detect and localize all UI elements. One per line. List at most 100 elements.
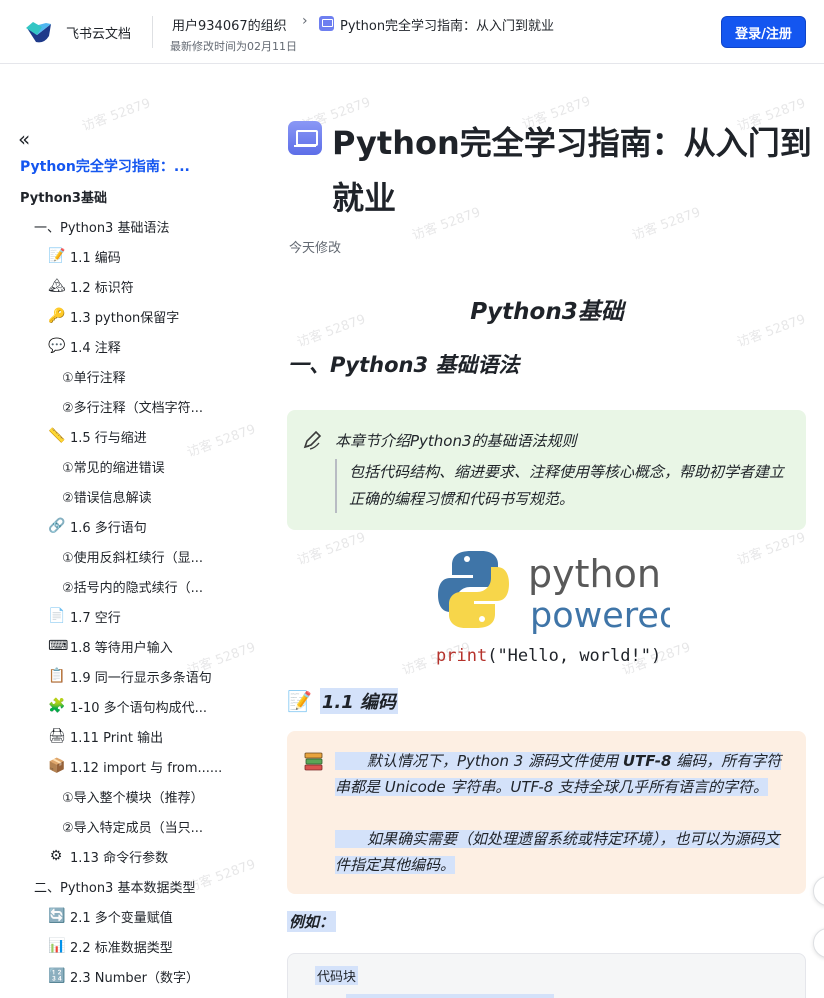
watermark-text: 访客 52879 <box>80 96 153 135</box>
outline-item-label: ①使用反斜杠续行（显... <box>62 550 204 566</box>
logo-word-python: python <box>528 552 661 596</box>
outline-item[interactable]: ⚙ 1.13 命令行参数 <box>48 844 168 868</box>
outline-item-icon: 🔗 <box>48 518 66 534</box>
outline-item-label: ②错误信息解读 <box>62 490 152 506</box>
outline-item[interactable]: ①单行注释 <box>62 364 126 388</box>
outline-item[interactable]: ②括号内的隐式续行（... <box>62 574 203 598</box>
breadcrumb-doc[interactable]: Python完全学习指南：从入门到就业 <box>340 15 554 34</box>
heading-1[interactable]: 一、Python3 基础语法 <box>288 349 519 379</box>
outline-item-label: 1.7 空行 <box>70 610 121 626</box>
example-label[interactable]: 例如： <box>287 911 337 932</box>
outline-item-label: ①单行注释 <box>62 370 126 386</box>
top-bar: 飞书云文档 用户934067的组织 › Python完全学习指南：从入门到就业 … <box>0 0 824 64</box>
code-block[interactable]: 代码块 <box>287 953 806 998</box>
callout-quote: 包括代码结构、缩进要求、注释使用等核心概念，帮助初学者建立正确的编程习惯和代码书… <box>335 459 795 513</box>
outline-item[interactable]: 📦 1.12 import 与 from...... <box>48 754 222 778</box>
para-2-text: 如果确实需要（如处理遗留系统或特定环境），也可以为源码文件指定其他编码。 <box>335 830 780 874</box>
para-1-utf8: UTF-8 <box>622 752 672 770</box>
outline-item[interactable]: ②导入特定成员（当只... <box>62 814 203 838</box>
outline-item-label: 一、Python3 基础语法 <box>34 220 170 236</box>
outline-item[interactable]: ②错误信息解读 <box>62 484 152 508</box>
logo-code-paren: ( <box>487 646 497 666</box>
logo-code-fn: print <box>436 646 487 666</box>
outline-item-label: Python3基础 <box>20 190 107 206</box>
outline-item-icon: 🖨 <box>48 728 66 744</box>
brand-name[interactable]: 飞书云文档 <box>66 23 131 42</box>
outline-item-label: ②括号内的隐式续行（... <box>62 580 204 596</box>
login-button[interactable]: 登录/注册 <box>721 16 806 48</box>
outline-item-icon: 🧩 <box>48 698 66 714</box>
outline-item[interactable]: 🔄 2.1 多个变量赋值 <box>48 904 173 928</box>
last-modified-text: 最新修改时间为02月11日 <box>170 40 297 53</box>
heading-2[interactable]: 📝 1.1 编码 <box>287 688 399 714</box>
outline-item[interactable]: Python3基础 <box>20 184 107 208</box>
outline-item[interactable]: 一、Python3 基础语法 <box>34 214 169 238</box>
outline-item[interactable]: 🏔 1.2 标识符 <box>48 274 134 298</box>
outline-item[interactable]: ①导入整个模块（推荐） <box>62 784 204 808</box>
outline-item[interactable]: 二、Python3 基本数据类型 <box>34 874 195 898</box>
outline-item[interactable]: ②多行注释（文档字符... <box>62 394 203 418</box>
outline-item-label: 2.1 多个变量赋值 <box>70 910 173 926</box>
outline-item[interactable]: ①常见的缩进错误 <box>62 454 165 478</box>
outline-item[interactable]: 📋 1.9 同一行显示多条语句 <box>48 664 212 688</box>
doc-icon <box>319 16 334 31</box>
outline-item-label: 1-10 多个语句构成代... <box>70 700 208 716</box>
outline-item[interactable]: ⌨ 1.8 等待用户输入 <box>48 634 173 658</box>
outline-item-label: ②多行注释（文档字符... <box>62 400 204 416</box>
callout-encoding[interactable]: 默认情况下，Python 3 源码文件使用 UTF-8 编码，所有字符串都是 U… <box>287 731 806 894</box>
callout-intro[interactable]: 本章节介绍Python3的基础语法规则 包括代码结构、缩进要求、注释使用等核心概… <box>287 410 806 530</box>
outline-item-label: 2.3 Number（数字） <box>70 970 200 986</box>
outline-item[interactable]: 📝 1.1 编码 <box>48 244 121 268</box>
outline-item-icon: ⌨ <box>48 638 69 654</box>
watermark-text: 访客 52879 <box>295 530 368 569</box>
logo-word-powered: powered <box>530 596 670 636</box>
outline-item-icon: 📋 <box>48 668 66 684</box>
outline-item[interactable]: 🔑 1.3 python保留字 <box>48 304 179 328</box>
outline-item-label: 1.13 命令行参数 <box>70 850 169 866</box>
floating-button[interactable] <box>813 928 824 958</box>
para-1-text: 默认情况下，Python 3 源码文件使用 <box>335 752 623 770</box>
outline-item-icon: 📊 <box>48 938 66 954</box>
outline-item[interactable]: 🔢 2.3 Number（数字） <box>48 964 199 988</box>
outline-item[interactable]: 🖨 1.11 Print 输出 <box>48 724 163 748</box>
logo-code-paren: ) <box>651 646 661 666</box>
outline-item[interactable]: ①使用反斜杠续行（显... <box>62 544 203 568</box>
pen-icon <box>303 430 322 450</box>
header-divider <box>152 16 153 48</box>
watermark-text: 访客 52879 <box>185 422 258 461</box>
collapse-sidebar-icon[interactable]: « <box>18 127 31 151</box>
outline-item-label: Python完全学习指南：... <box>20 159 190 175</box>
outline-item-label: 1.4 注释 <box>70 340 121 356</box>
section-title[interactable]: Python3基础 <box>288 292 806 326</box>
outline-item[interactable]: 🔗 1.6 多行语句 <box>48 514 147 538</box>
outline-item[interactable]: 📊 2.2 标准数据类型 <box>48 934 173 958</box>
outline-item-icon: 🔑 <box>48 308 66 324</box>
outline-item-label: 2.2 标准数据类型 <box>70 940 173 956</box>
outline-item[interactable]: 📏 1.5 行与缩进 <box>48 424 147 448</box>
outline-item-label: 1.2 标识符 <box>70 280 134 296</box>
outline-item-icon: 🔄 <box>48 908 66 924</box>
outline-item[interactable]: Python完全学习指南：... <box>20 154 190 178</box>
modified-today: 今天修改 <box>289 241 342 256</box>
books-icon <box>304 752 323 771</box>
floating-button[interactable] <box>813 876 824 906</box>
callout-paragraph-2: 如果确实需要（如处理遗留系统或特定环境），也可以为源码文件指定其他编码。 <box>335 826 790 878</box>
outline-item-icon: 📝 <box>48 248 66 264</box>
outline-item-icon: 🏔 <box>48 278 66 294</box>
outline-item[interactable]: 💬 1.4 注释 <box>48 334 121 358</box>
outline-item-icon: 📦 <box>48 758 66 774</box>
outline-item-label: 1.3 python保留字 <box>70 310 180 326</box>
outline-item-label: 1.8 等待用户输入 <box>70 640 173 656</box>
doc-title-icon[interactable] <box>288 121 322 155</box>
feishu-docs-logo[interactable] <box>24 18 54 46</box>
outline-item-icon: 🔢 <box>48 968 66 984</box>
callout-paragraph-1: 默认情况下，Python 3 源码文件使用 UTF-8 编码，所有字符串都是 U… <box>335 748 790 800</box>
svg-text:print("Hello, world!"): print("Hello, world!") <box>436 646 661 666</box>
outline-item-label: 二、Python3 基本数据类型 <box>34 880 196 896</box>
chevron-right-icon: › <box>302 13 308 29</box>
page-title[interactable]: Python完全学习指南：从入门到就业 <box>332 116 812 226</box>
outline-item[interactable]: 📄 1.7 空行 <box>48 604 121 628</box>
outline-item-label: 1.5 行与缩进 <box>70 430 147 446</box>
outline-item[interactable]: 🧩 1-10 多个语句构成代... <box>48 694 207 718</box>
breadcrumb-org[interactable]: 用户934067的组织 <box>172 15 287 34</box>
